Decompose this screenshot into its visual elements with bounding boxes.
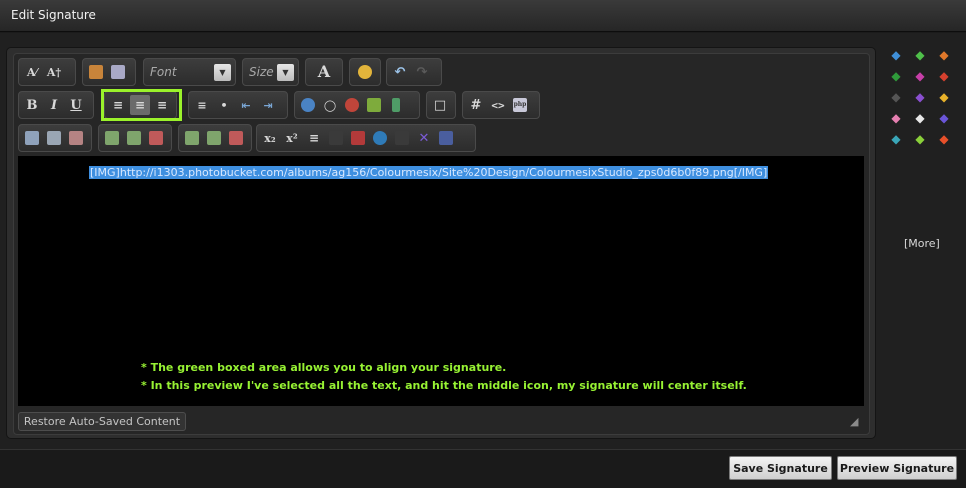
bird-black-icon[interactable]: ◆ [886,88,906,106]
insert-column-before-icon[interactable] [182,128,202,148]
outdent-icon[interactable]: ⇤ [236,95,256,115]
bird-pink-icon[interactable]: ◆ [886,109,906,127]
hash-button[interactable]: # [466,95,486,115]
format-group: A⁄ A† [18,58,76,86]
undo-icon[interactable]: ↶ [390,62,410,82]
restore-auto-saved-button[interactable]: Restore Auto-Saved Content [18,412,186,431]
annotation-note-2: * In this preview I've selected all the … [141,379,747,392]
emoticon-group [349,58,381,86]
bold-button[interactable]: B [22,95,42,115]
font-label: Font [150,65,177,79]
toolbar-row-3: x₂ x² ≡ ✕ [18,124,478,152]
bird-magenta-icon[interactable]: ◆ [910,67,930,85]
image-icon[interactable] [364,95,384,115]
list-group: ≡ • ⇤ ⇥ [188,91,288,119]
toolbar-row-2: B I U ≡ ≡ ≡ ≡ • ⇤ ⇥ ◯ □ # <> php [18,91,548,119]
insert-group: ◯ [294,91,420,119]
table-properties-icon[interactable] [44,128,64,148]
font-color-button[interactable]: A [309,62,339,82]
font-dropdown[interactable]: Font ▼ [143,58,236,86]
calendar-icon[interactable] [436,128,456,148]
color-group: A [305,58,343,86]
clear-format-icon[interactable]: A† [44,62,64,82]
bird-blue-icon[interactable]: ◆ [886,46,906,64]
window-title: Edit Signature [11,8,96,22]
insert-row-before-icon[interactable] [102,128,122,148]
chevron-down-icon[interactable]: ▼ [214,64,231,81]
media-box-icon[interactable] [326,128,346,148]
italic-button[interactable]: I [44,95,64,115]
delete-row-icon[interactable] [146,128,166,148]
flash-icon[interactable] [392,128,412,148]
indent-icon[interactable]: ⇥ [258,95,278,115]
paste-icon[interactable] [86,62,106,82]
resize-grip-icon[interactable]: ◢ [850,415,863,428]
size-label: Size [249,65,274,79]
code-group: # <> php [462,91,540,119]
row-group [98,124,172,152]
chevron-down-icon[interactable]: ▼ [277,64,294,81]
bird-white-icon[interactable]: ◆ [910,109,930,127]
media-icon[interactable] [386,95,406,115]
bird-purple-icon[interactable]: ◆ [910,88,930,106]
bird-fire-icon[interactable]: ◆ [934,130,954,148]
paste-group [82,58,136,86]
unordered-list-icon[interactable]: • [214,95,234,115]
more-emoticons-link[interactable]: [More] [904,237,940,250]
smiley-icon[interactable] [353,62,377,82]
toolbar-row-1: A⁄ A† Font ▼ Size ▼ A ↶ ↷ [18,58,448,86]
quote-group: □ [426,91,456,119]
email-link-icon[interactable] [342,95,362,115]
php-label: php [513,98,527,112]
paste-text-icon[interactable] [108,62,128,82]
underline-button[interactable]: U [66,95,86,115]
insert-column-after-icon[interactable] [204,128,224,148]
save-signature-button[interactable]: Save Signature [729,456,832,480]
bird-teal-icon[interactable]: ◆ [886,130,906,148]
table-group [18,124,92,152]
link-icon[interactable] [298,95,318,115]
bird-red-icon[interactable]: ◆ [934,67,954,85]
selected-content-text[interactable]: [IMG]http://i1303.photobucket.com/albums… [89,166,769,179]
misc-group: x₂ x² ≡ ✕ [256,124,476,152]
bird-yellow-icon[interactable]: ◆ [934,88,954,106]
horizontal-rule-icon[interactable]: ≡ [304,128,324,148]
bird-lime-icon[interactable]: ◆ [910,130,930,148]
code-button[interactable]: <> [488,95,508,115]
annotation-note-1: * The green boxed area allows you to ali… [141,361,507,374]
quote-icon[interactable]: □ [430,95,450,115]
emoticon-panel: ◆ ◆ ◆ ◆ ◆ ◆ ◆ ◆ ◆ ◆ ◆ ◆ ◆ ◆ ◆ [886,46,962,151]
delete-table-icon[interactable] [66,128,86,148]
superscript-button[interactable]: x² [282,128,302,148]
alignment-highlight-box [101,89,182,121]
insert-row-after-icon[interactable] [124,128,144,148]
unlink-icon[interactable]: ◯ [320,95,340,115]
subscript-button[interactable]: x₂ [260,128,280,148]
remove-format-icon[interactable]: A⁄ [22,62,42,82]
php-button[interactable]: php [510,95,530,115]
editor-content-area[interactable]: [IMG]http://i1303.photobucket.com/albums… [18,156,864,406]
video-icon[interactable] [348,128,368,148]
column-group [178,124,252,152]
size-dropdown[interactable]: Size ▼ [242,58,299,86]
close-icon[interactable]: ✕ [414,128,434,148]
bird-violet-icon[interactable]: ◆ [934,109,954,127]
delete-column-icon[interactable] [226,128,246,148]
redo-icon[interactable]: ↷ [412,62,432,82]
bird-green-icon[interactable]: ◆ [910,46,930,64]
bird-green-dark-icon[interactable]: ◆ [886,67,906,85]
text-style-group: B I U [18,91,94,119]
table-icon[interactable] [22,128,42,148]
audio-icon[interactable] [370,128,390,148]
ordered-list-icon[interactable]: ≡ [192,95,212,115]
preview-signature-button[interactable]: Preview Signature [837,456,957,480]
bird-orange-icon[interactable]: ◆ [934,46,954,64]
history-group: ↶ ↷ [386,58,442,86]
title-bar: Edit Signature [0,0,966,32]
